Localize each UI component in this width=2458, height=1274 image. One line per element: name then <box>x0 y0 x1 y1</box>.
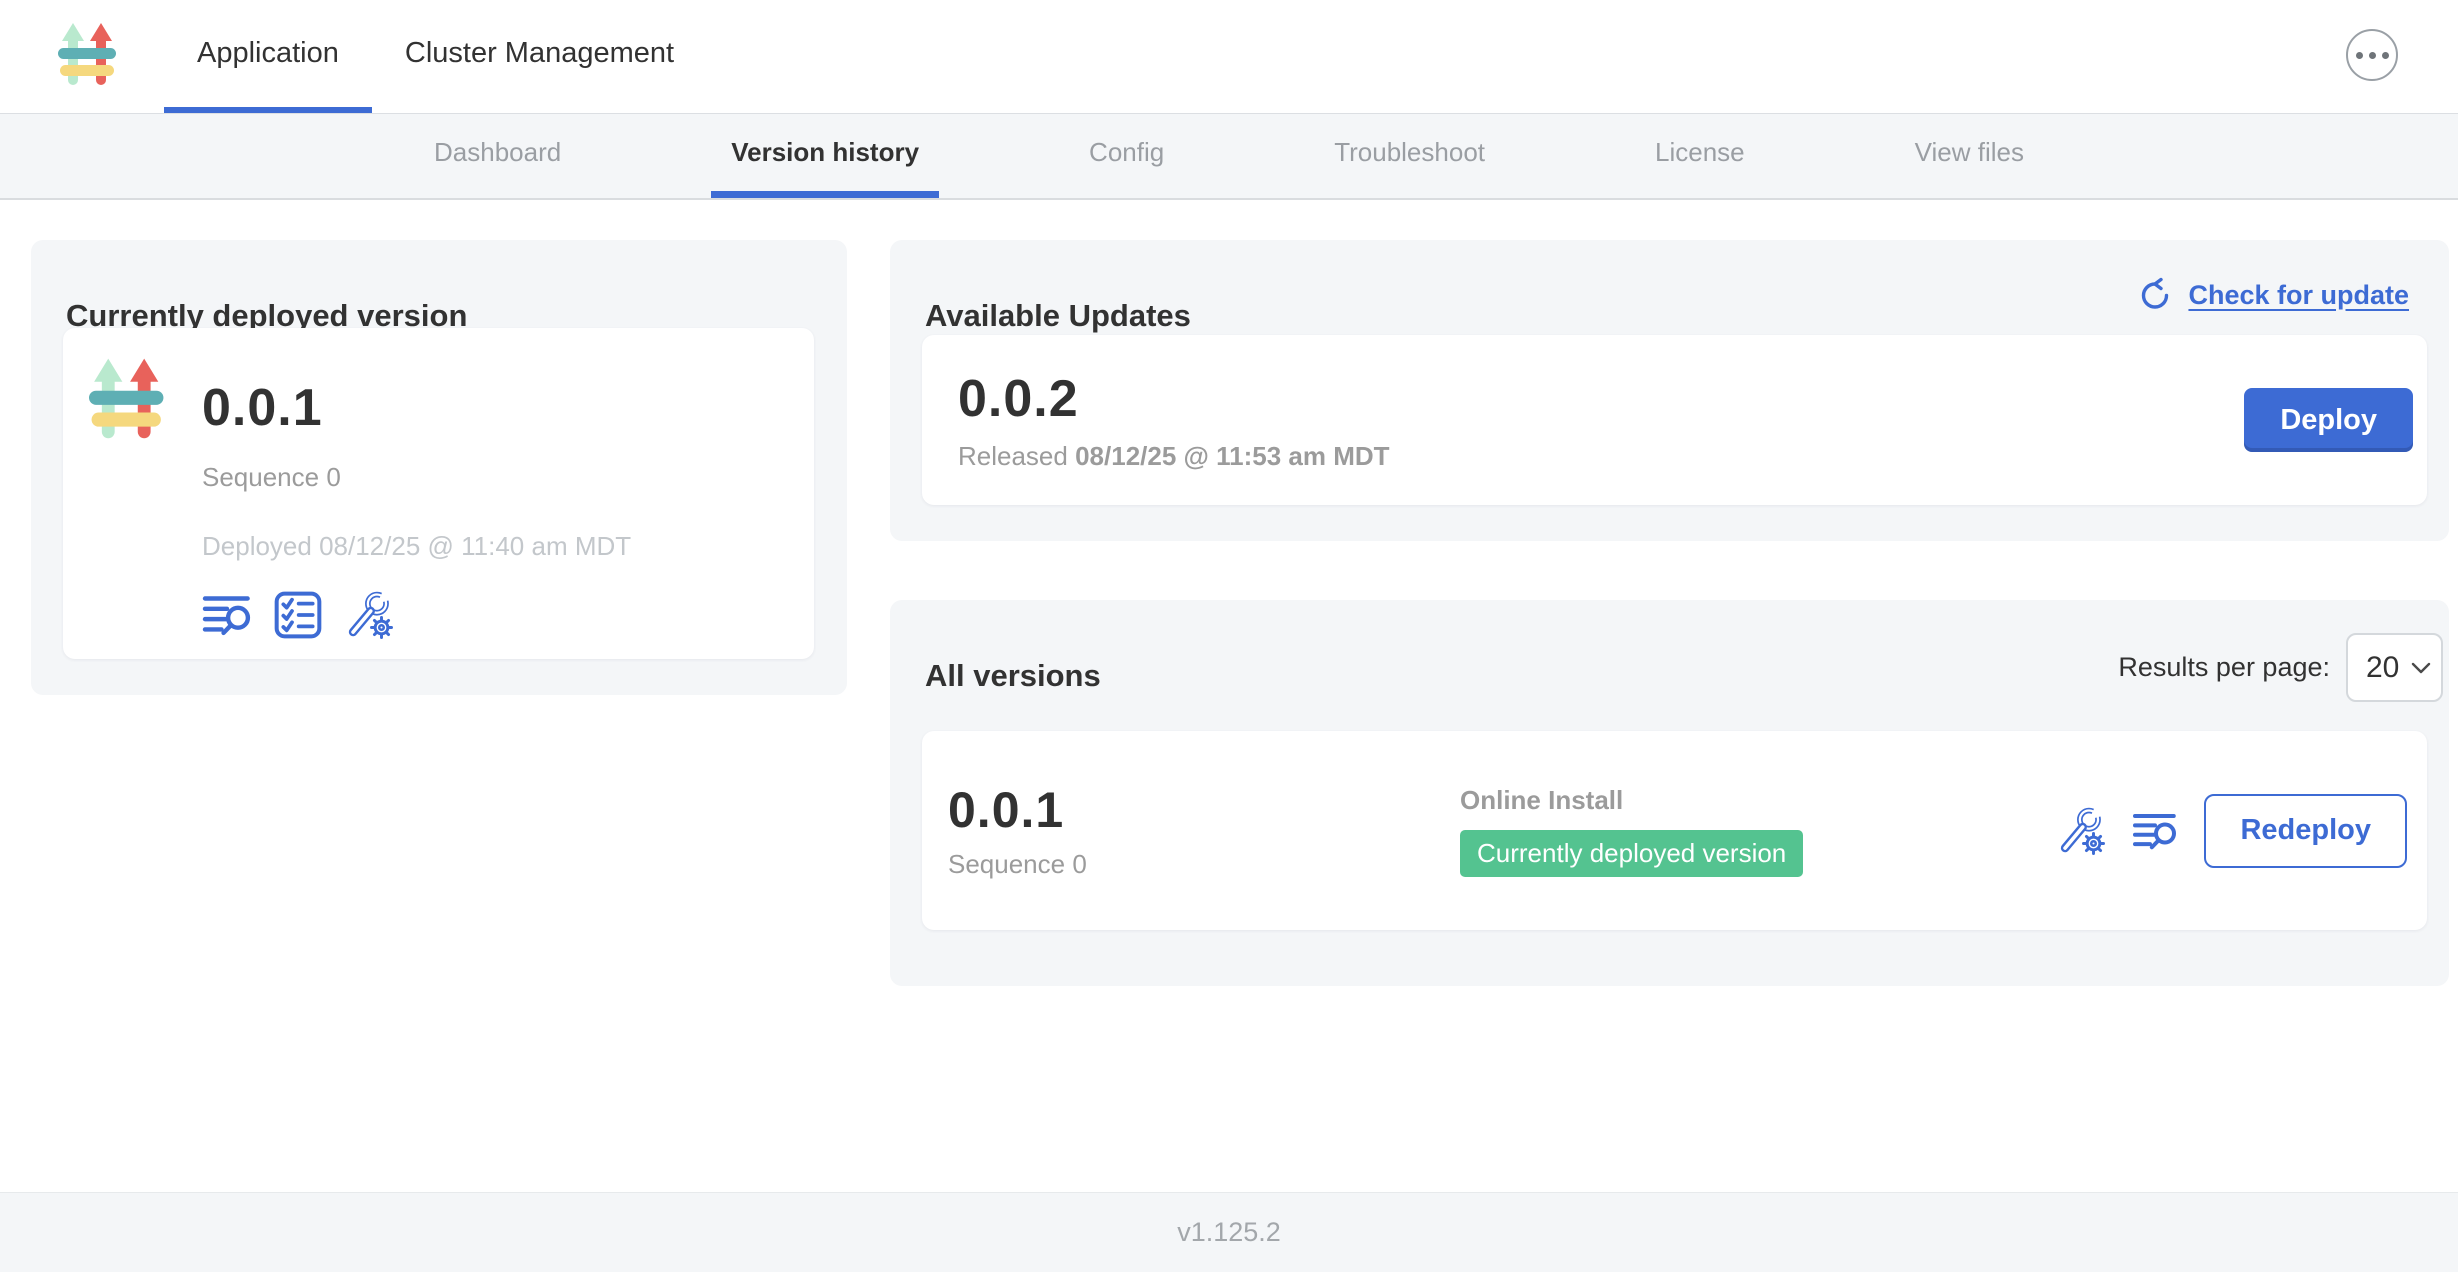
top-navbar: Application Cluster Management <box>0 0 2458 114</box>
currently-deployed-card: Currently deployed version 0.0.1 Sequenc… <box>31 240 847 695</box>
tab-troubleshoot[interactable]: Troubleshoot <box>1314 114 1505 198</box>
results-per-page-select[interactable]: 20 <box>2346 633 2443 702</box>
app-logo-icon <box>89 356 166 446</box>
edit-config-button[interactable] <box>344 590 394 640</box>
navbar-tab-label: Cluster Management <box>405 37 674 70</box>
check-for-update-link[interactable]: Check for update <box>2136 276 2409 314</box>
available-updates-card: Available Updates Check for update 0.0.2… <box>890 240 2449 541</box>
tab-label: Dashboard <box>434 137 561 168</box>
navbar-tab-application[interactable]: Application <box>164 0 372 113</box>
deployed-version-number: 0.0.1 <box>202 378 323 438</box>
preflight-checks-icon <box>274 591 322 639</box>
tab-version-history[interactable]: Version history <box>711 114 939 198</box>
page-footer: v1.125.2 <box>0 1192 2458 1272</box>
view-logs-icon <box>2132 811 2178 851</box>
navbar-tab-cluster-management[interactable]: Cluster Management <box>372 0 707 113</box>
tab-dashboard[interactable]: Dashboard <box>414 114 581 198</box>
row-version-number: 0.0.1 <box>948 781 1064 839</box>
released-timestamp: 08/12/25 @ 11:53 am MDT <box>1075 441 1389 471</box>
tab-view-files[interactable]: View files <box>1895 114 2044 198</box>
versions-card-title: All versions <box>925 658 1101 694</box>
view-logs-button[interactable] <box>202 593 252 637</box>
redeploy-button[interactable]: Redeploy <box>2204 794 2407 868</box>
row-sequence: Sequence 0 <box>948 849 1087 880</box>
tab-label: Troubleshoot <box>1334 137 1485 168</box>
tab-label: License <box>1655 137 1745 168</box>
tab-label: Config <box>1089 137 1164 168</box>
navbar-tab-label: Application <box>197 37 339 70</box>
app-subnav: Dashboard Version history Config Trouble… <box>0 114 2458 200</box>
all-versions-card: All versions Results per page: 20 0.0.1 … <box>890 600 2449 986</box>
update-details: 0.0.2 Released 08/12/25 @ 11:53 am MDT <box>958 369 1390 472</box>
tab-license[interactable]: License <box>1635 114 1765 198</box>
check-for-update-label: Check for update <box>2188 280 2409 311</box>
version-row-actions: Redeploy <box>2056 794 2407 868</box>
status-badge: Currently deployed version <box>1460 830 1803 877</box>
view-logs-button[interactable] <box>2132 811 2178 851</box>
main-content: Currently deployed version 0.0.1 Sequenc… <box>0 200 2458 1192</box>
deployed-sequence: Sequence 0 <box>202 462 341 493</box>
view-logs-icon <box>202 593 252 637</box>
navbar-tabs: Application Cluster Management <box>164 0 707 113</box>
ellipsis-icon <box>2382 52 2389 59</box>
deployed-version-details: 0.0.1 Sequence 0 Deployed 08/12/25 @ 11:… <box>202 356 631 641</box>
tab-config[interactable]: Config <box>1069 114 1184 198</box>
edit-config-button[interactable] <box>2056 806 2106 856</box>
overflow-menu-button[interactable] <box>2346 29 2398 81</box>
updates-card-title: Available Updates <box>925 298 1191 334</box>
edit-config-icon <box>2056 806 2106 856</box>
deployed-version-panel: 0.0.1 Sequence 0 Deployed 08/12/25 @ 11:… <box>63 328 814 659</box>
released-prefix: Released <box>958 441 1068 471</box>
console-version: v1.125.2 <box>1177 1217 1281 1248</box>
version-row-details: 0.0.1 Sequence 0 <box>948 781 1460 880</box>
tab-label: View files <box>1915 137 2024 168</box>
version-row: 0.0.1 Sequence 0 Online Install Currentl… <box>922 731 2427 930</box>
install-type-label: Online Install <box>1460 785 1623 816</box>
app-logo-icon <box>58 21 118 91</box>
deploy-button[interactable]: Deploy <box>2244 388 2413 452</box>
edit-config-icon <box>344 590 394 640</box>
update-version-number: 0.0.2 <box>958 369 1390 429</box>
update-row: 0.0.2 Released 08/12/25 @ 11:53 am MDT D… <box>922 335 2427 505</box>
preflight-checks-button[interactable] <box>274 591 322 639</box>
results-per-page-label: Results per page: <box>2118 652 2330 683</box>
deployed-actions <box>202 590 394 640</box>
results-select-wrap: 20 <box>2346 633 2443 702</box>
deployed-timestamp: Deployed 08/12/25 @ 11:40 am MDT <box>202 531 631 562</box>
version-row-status: Online Install Currently deployed versio… <box>1460 785 2056 877</box>
tab-label: Version history <box>731 137 919 168</box>
results-per-page: Results per page: 20 <box>2118 633 2443 702</box>
ellipsis-icon <box>2369 52 2376 59</box>
update-released-line: Released 08/12/25 @ 11:53 am MDT <box>958 441 1390 472</box>
refresh-icon <box>2136 276 2174 314</box>
ellipsis-icon <box>2356 52 2363 59</box>
